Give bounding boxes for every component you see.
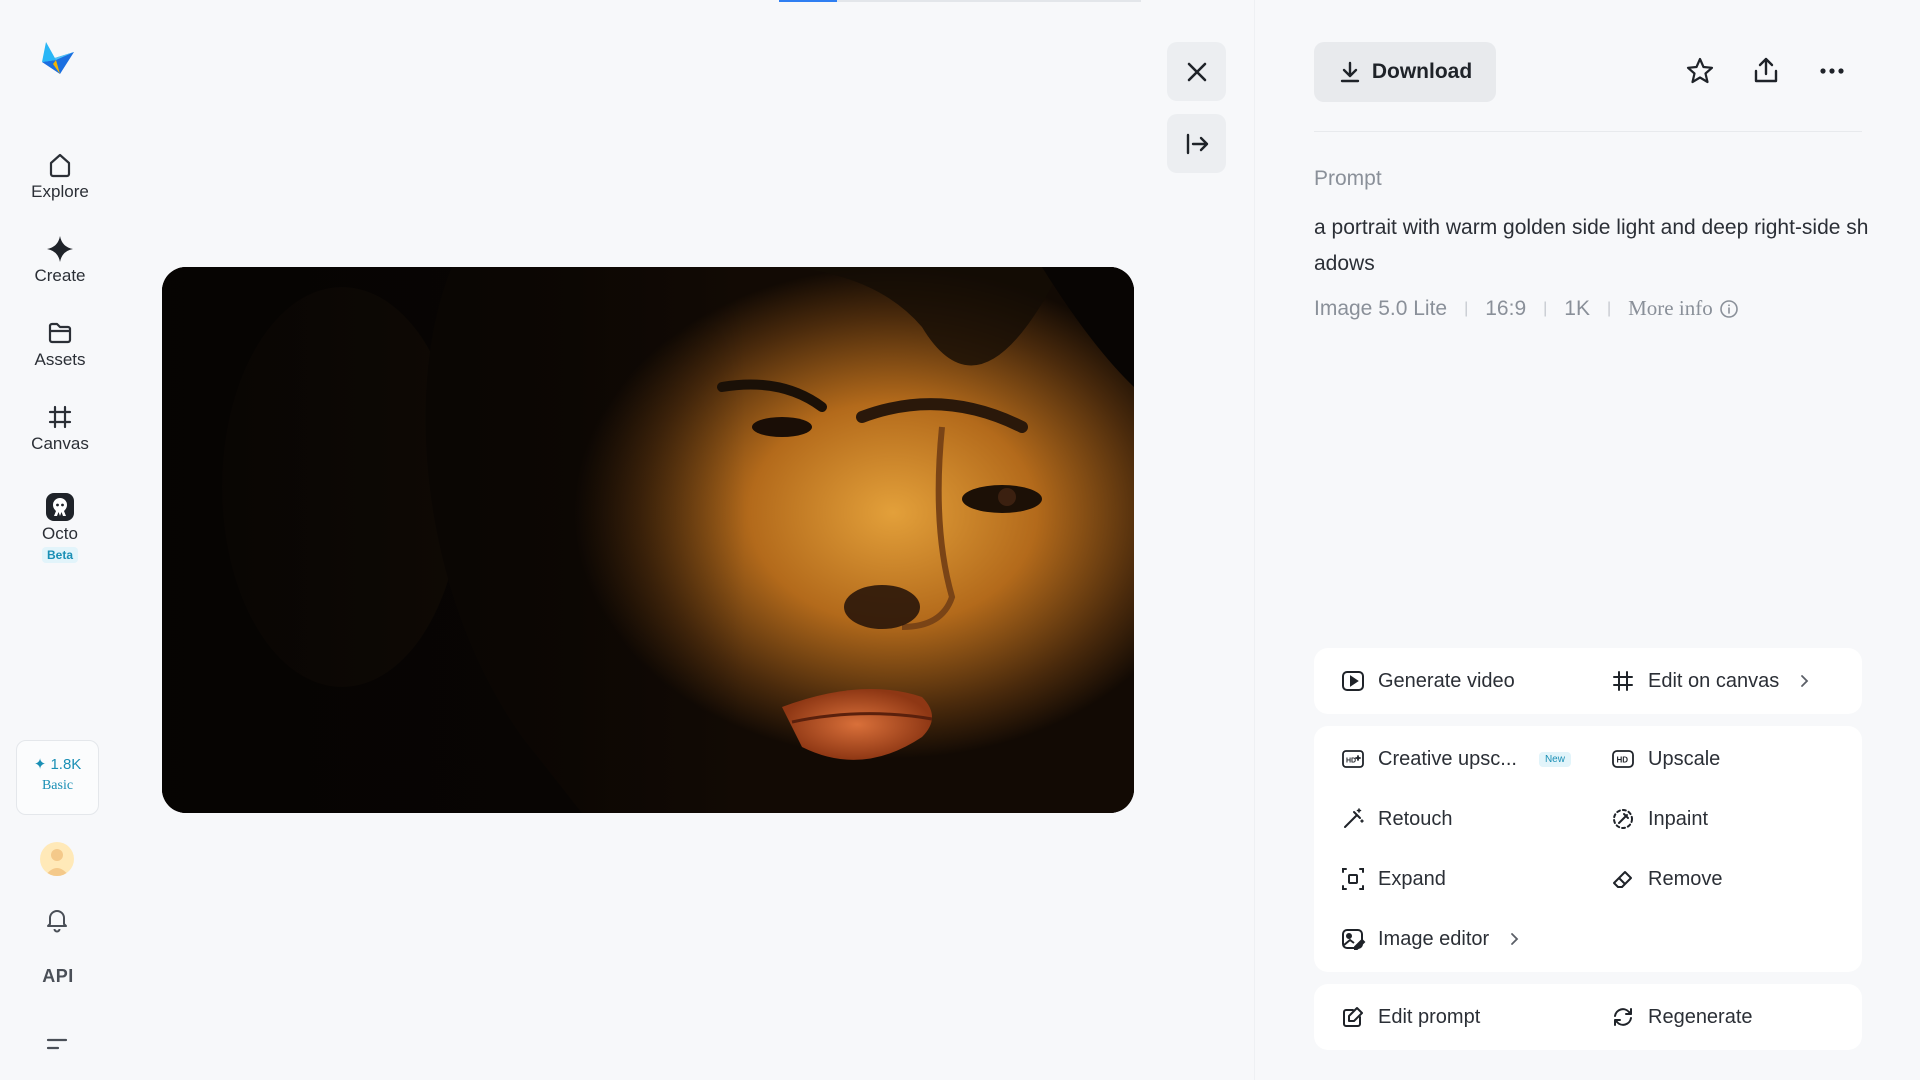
avatar[interactable] — [40, 842, 74, 876]
download-icon — [1340, 61, 1360, 83]
regenerate-button[interactable]: Regenerate — [1610, 1004, 1753, 1030]
prompt-title: Prompt — [1314, 167, 1382, 190]
inpaint-button[interactable]: Inpaint — [1610, 806, 1708, 832]
frame-icon — [1613, 671, 1633, 691]
sparkle-icon — [47, 236, 73, 262]
upscale-button[interactable]: HD Upscale — [1610, 746, 1720, 772]
frame-icon — [48, 405, 72, 429]
panel-divider — [1254, 0, 1255, 1080]
sidebar-item-label: Canvas — [31, 434, 89, 453]
edit-prompt-button[interactable]: Edit prompt — [1340, 1004, 1480, 1030]
close-button[interactable] — [1167, 42, 1226, 101]
svg-text:HD: HD — [1346, 758, 1356, 765]
collapse-panel-button[interactable] — [1167, 114, 1226, 173]
refresh-icon — [1614, 1008, 1632, 1026]
action-label: Expand — [1378, 867, 1446, 890]
collapse-panel-icon — [1186, 133, 1208, 154]
action-label: Inpaint — [1648, 807, 1709, 830]
action-label: Generate video — [1378, 669, 1515, 692]
loading-progress-bar — [779, 0, 1141, 2]
action-label: Edit on canvas — [1648, 669, 1780, 692]
sidebar-item-canvas[interactable]: Canvas — [16, 402, 104, 454]
credits-badge[interactable]: ✦ 1.8K Basic — [16, 740, 99, 815]
meta-separator: | — [1606, 299, 1612, 317]
prompt-text: a portrait with warm golden side light a… — [1314, 216, 1869, 275]
action-label: Remove — [1648, 867, 1723, 890]
info-icon — [1719, 299, 1738, 318]
home-icon — [49, 153, 71, 178]
octo-icon — [46, 493, 74, 521]
hd-plus-icon: HD — [1342, 750, 1364, 768]
magic-wand-icon — [1344, 808, 1364, 828]
action-label: Upscale — [1648, 747, 1721, 770]
retouch-button[interactable]: Retouch — [1340, 806, 1453, 832]
close-icon — [1187, 62, 1206, 81]
sidebar-item-explore[interactable]: Explore — [16, 150, 104, 202]
download-label: Download — [1371, 60, 1473, 83]
aspect-ratio: 16:9 — [1485, 296, 1527, 320]
more-info-link[interactable]: More info — [1628, 296, 1739, 321]
credits-amount: ✦ 1.8K — [33, 756, 82, 773]
download-button[interactable]: Download — [1314, 42, 1496, 102]
play-square-icon — [1342, 671, 1364, 691]
plan-label: Basic — [41, 778, 74, 793]
inpaint-icon — [1613, 809, 1633, 829]
eraser-icon — [1613, 871, 1632, 888]
meta-separator: | — [1543, 299, 1548, 317]
remove-button[interactable]: Remove — [1610, 866, 1722, 892]
chevron-right-icon — [1511, 933, 1519, 945]
bottom-actions-card: Edit prompt Regenerate — [1314, 984, 1862, 1050]
edit-on-canvas-button[interactable]: Edit on canvas — [1610, 668, 1811, 694]
svg-text:HD: HD — [1617, 756, 1629, 765]
share-icon[interactable] — [1750, 55, 1782, 87]
more-options-icon[interactable] — [1816, 55, 1848, 87]
sidebar: Explore Create Assets Canvas Octo Beta ✦… — [0, 0, 120, 1080]
generate-video-button[interactable]: Generate video — [1340, 668, 1515, 694]
image-metadata: Image 5.0 Lite | 16:9 | 1K | More info — [1314, 296, 1739, 321]
action-label: Regenerate — [1648, 1005, 1753, 1028]
menu-icon[interactable] — [42, 1030, 72, 1060]
loading-progress-fill — [779, 0, 837, 2]
sidebar-item-create[interactable]: Create — [16, 234, 104, 286]
sidebar-item-octo[interactable]: Octo Beta — [16, 492, 104, 564]
action-label: Image editor — [1378, 927, 1490, 950]
expand-button[interactable]: Expand — [1340, 866, 1446, 892]
sidebar-item-label: Create — [34, 266, 86, 285]
edit-icon — [1343, 1007, 1363, 1027]
resolution: 1K — [1564, 296, 1590, 320]
model-name: Image 5.0 Lite — [1314, 296, 1448, 320]
action-label: Retouch — [1378, 807, 1453, 830]
sidebar-item-label: Explore — [31, 182, 89, 201]
star-icon[interactable] — [1684, 55, 1716, 87]
image-edit-icon — [1342, 929, 1366, 950]
beta-badge: Beta — [41, 547, 78, 563]
portrait-image[interactable] — [162, 267, 1134, 813]
more-info-label: More info — [1628, 296, 1713, 320]
sidebar-item-label: Octo — [42, 524, 78, 543]
bell-icon[interactable] — [42, 904, 72, 934]
action-label: Creative upsc... — [1378, 747, 1517, 770]
panel-divider-horizontal — [1314, 131, 1862, 132]
meta-separator: | — [1464, 299, 1469, 317]
api-link[interactable]: API — [36, 966, 80, 987]
chevron-right-icon — [1801, 675, 1809, 687]
sidebar-item-label: Assets — [34, 350, 86, 369]
folder-icon — [48, 322, 72, 344]
primary-actions-card: Generate video Edit on canvas — [1314, 648, 1862, 714]
sidebar-item-assets[interactable]: Assets — [16, 318, 104, 370]
hd-icon: HD — [1612, 750, 1634, 768]
image-editor-button[interactable]: Image editor — [1340, 926, 1521, 952]
paper-plane-logo[interactable] — [38, 38, 78, 78]
action-label: Edit prompt — [1378, 1005, 1481, 1028]
expand-icon — [1342, 868, 1364, 890]
creative-upscale-button[interactable]: HD Creative upsc... New — [1340, 746, 1571, 772]
portrait-image-render — [162, 267, 1134, 813]
new-badge: New — [1538, 751, 1571, 767]
tools-card: HD Creative upsc... New HD Upscale Retou… — [1314, 726, 1862, 972]
